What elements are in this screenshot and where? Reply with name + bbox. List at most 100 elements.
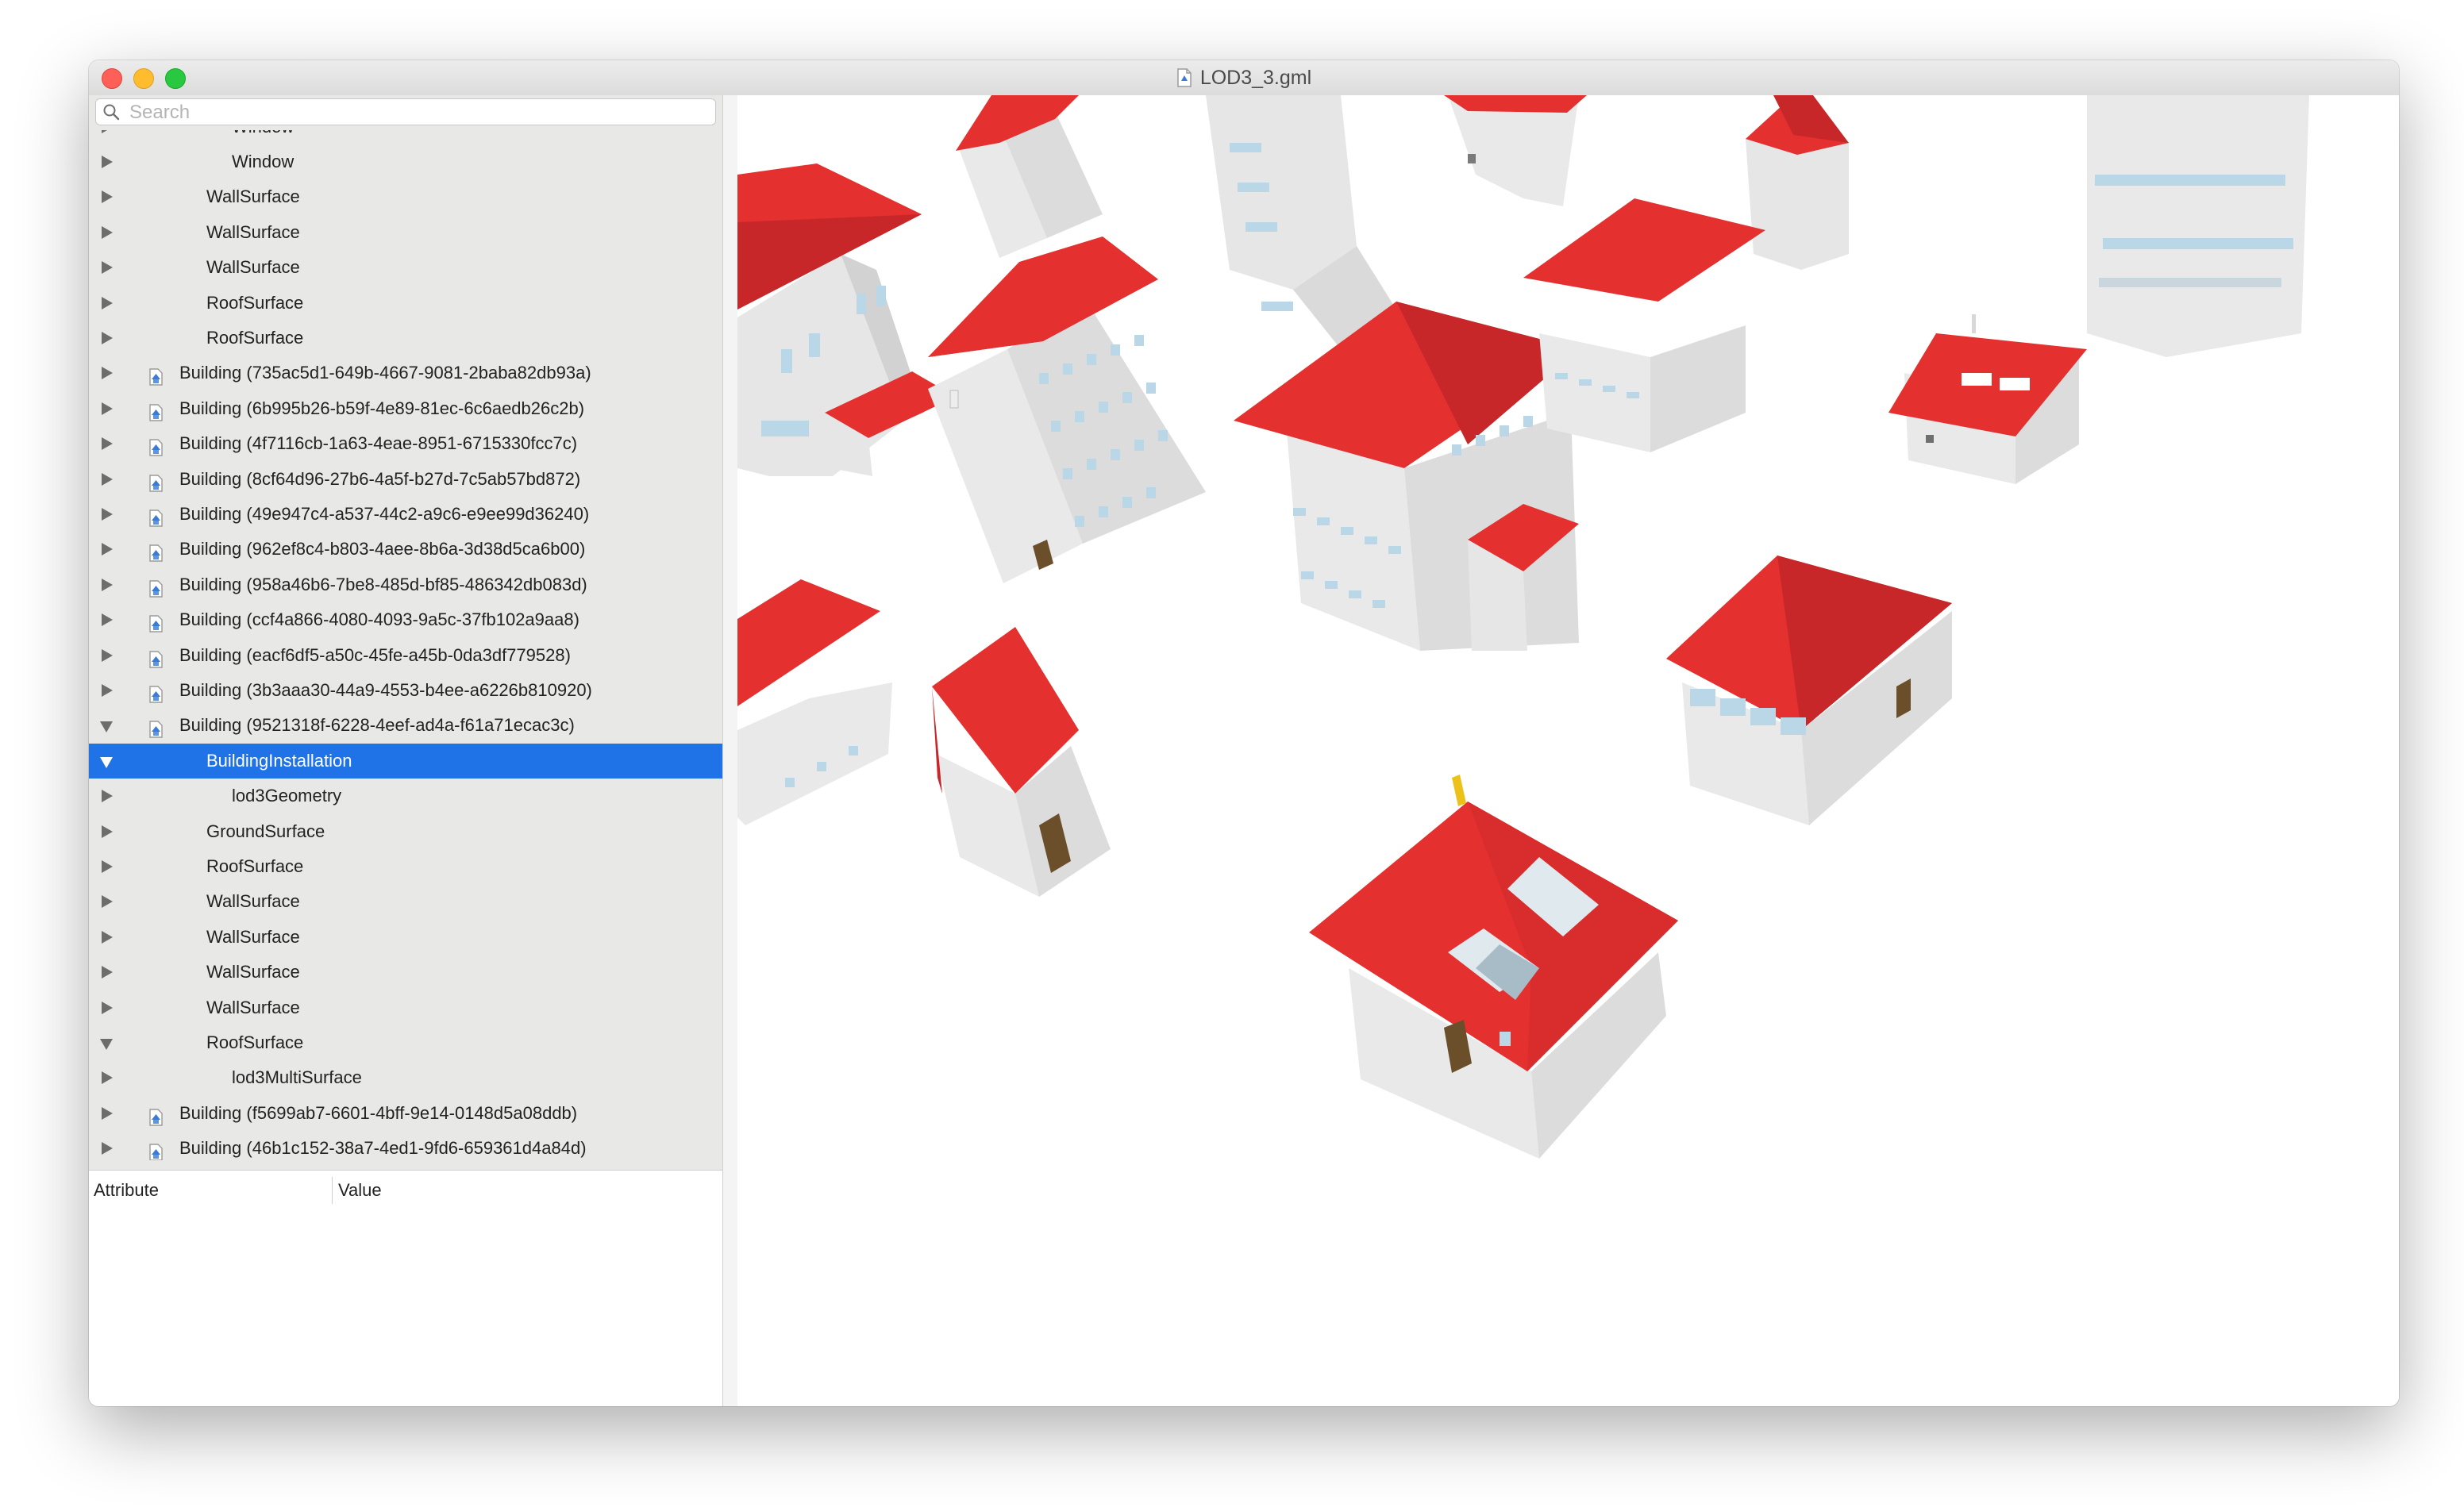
disclosure-triangle[interactable] bbox=[98, 1060, 117, 1095]
tree-row[interactable]: Building (ccf4a866-4080-4093-9a5c-37fb10… bbox=[89, 602, 722, 637]
tree-row-partial[interactable]: Window bbox=[89, 130, 722, 144]
tree-row-label: Building (8cf64d96-27b6-4a5f-b27d-7c5ab5… bbox=[179, 468, 581, 489]
disclosure-triangle[interactable] bbox=[98, 1131, 117, 1160]
tree-row[interactable]: Building (46b1c152-38a7-4ed1-9fd6-659361… bbox=[89, 1131, 722, 1160]
disclosure-triangle[interactable] bbox=[98, 849, 117, 884]
tree-row[interactable]: WallSurface bbox=[89, 884, 722, 919]
building-model[interactable] bbox=[932, 627, 1111, 897]
tree-row[interactable]: Building (f5699ab7-6601-4bff-9e14-0148d5… bbox=[89, 1096, 722, 1131]
building-icon bbox=[148, 610, 165, 632]
tree-row-label: RoofSurface bbox=[206, 856, 304, 876]
building-icon bbox=[148, 363, 165, 386]
tree-row[interactable]: RoofSurface bbox=[89, 1025, 722, 1060]
disclosure-triangle[interactable] bbox=[98, 884, 117, 919]
disclosure-triangle-open[interactable] bbox=[98, 1025, 117, 1060]
search-box[interactable] bbox=[95, 98, 716, 125]
building-model[interactable] bbox=[737, 163, 956, 476]
disclosure-triangle[interactable] bbox=[98, 130, 117, 144]
building-model[interactable] bbox=[1309, 775, 1678, 1159]
building-model[interactable] bbox=[1666, 556, 1952, 825]
disclosure-triangle[interactable] bbox=[98, 920, 117, 955]
disclosure-triangle[interactable] bbox=[98, 955, 117, 990]
disclosure-triangle[interactable] bbox=[98, 286, 117, 321]
tree-row-label: Building (9521318f-6228-4eef-ad4a-f61a71… bbox=[179, 715, 575, 736]
building-model[interactable] bbox=[928, 236, 1206, 583]
tree-row[interactable]: Building (958a46b6-7be8-485d-bf85-486342… bbox=[89, 567, 722, 602]
value-column-header[interactable]: Value bbox=[338, 1171, 382, 1210]
tree-row[interactable]: RoofSurface bbox=[89, 286, 722, 321]
building-model[interactable] bbox=[1888, 314, 2087, 484]
disclosure-triangle[interactable] bbox=[98, 356, 117, 390]
tree-row[interactable]: WallSurface bbox=[89, 920, 722, 955]
tree-row[interactable]: Window bbox=[89, 144, 722, 179]
tree-row[interactable]: Building (49e947c4-a537-44c2-a9c6-e9ee99… bbox=[89, 497, 722, 532]
tree-row[interactable]: Building (962ef8c4-b803-4aee-8b6a-3d38d5… bbox=[89, 532, 722, 567]
tree-row-label: WallSurface bbox=[206, 186, 300, 207]
disclosure-triangle[interactable] bbox=[98, 814, 117, 849]
disclosure-triangle[interactable] bbox=[98, 321, 117, 356]
attribute-table-header: Attribute Value bbox=[89, 1170, 722, 1211]
object-tree[interactable]: Window Window WallSurface WallSurface WallS… bbox=[89, 130, 722, 1160]
disclosure-triangle[interactable] bbox=[98, 779, 117, 813]
tree-row[interactable]: Building (4f7116cb-1a63-4eae-8951-671533… bbox=[89, 426, 722, 461]
disclosure-triangle-open[interactable] bbox=[98, 744, 117, 779]
tree-row[interactable]: Building (6b995b26-b59f-4e89-81ec-6c6aed… bbox=[89, 391, 722, 426]
tree-row[interactable]: lod3MultiSurface bbox=[89, 1060, 722, 1095]
disclosure-triangle[interactable] bbox=[98, 497, 117, 532]
tree-row-label: WallSurface bbox=[206, 221, 300, 242]
tree-row[interactable]: Building (3b3aaa30-44a9-4553-b4ee-a6226b… bbox=[89, 673, 722, 708]
disclosure-triangle[interactable] bbox=[98, 990, 117, 1025]
attribute-table-body bbox=[89, 1210, 722, 1406]
tree-row[interactable]: Building (8cf64d96-27b6-4a5f-b27d-7c5ab5… bbox=[89, 462, 722, 497]
split-view-divider[interactable] bbox=[722, 95, 738, 1406]
tree-row[interactable]: BuildingInstallation bbox=[89, 743, 722, 779]
tree-row[interactable]: GroundSurface bbox=[89, 814, 722, 849]
tree-row[interactable]: RoofSurface bbox=[89, 849, 722, 884]
building-model[interactable] bbox=[1523, 198, 1765, 452]
tree-row-label: Building (46b1c152-38a7-4ed1-9fd6-659361… bbox=[179, 1138, 587, 1159]
disclosure-triangle[interactable] bbox=[98, 144, 117, 179]
disclosure-triangle[interactable] bbox=[98, 638, 117, 673]
tree-row[interactable]: WallSurface bbox=[89, 215, 722, 250]
tree-row[interactable]: lod3Geometry bbox=[89, 779, 722, 813]
disclosure-triangle[interactable] bbox=[98, 532, 117, 567]
tree-row[interactable]: WallSurface bbox=[89, 990, 722, 1025]
disclosure-triangle[interactable] bbox=[98, 1096, 117, 1131]
building-icon bbox=[148, 575, 165, 598]
building-icon bbox=[148, 434, 165, 456]
disclosure-triangle[interactable] bbox=[98, 602, 117, 637]
tree-row[interactable]: RoofSurface bbox=[89, 321, 722, 356]
tree-row[interactable]: Building (735ac5d1-649b-4667-9081-2baba8… bbox=[89, 356, 722, 390]
sidebar: Window Window WallSurface WallSurface WallS… bbox=[89, 95, 722, 1406]
tree-row[interactable]: WallSurface bbox=[89, 955, 722, 990]
disclosure-triangle[interactable] bbox=[98, 391, 117, 426]
building-icon bbox=[148, 399, 165, 421]
tree-row-label: RoofSurface bbox=[206, 1032, 304, 1052]
attribute-column-header[interactable]: Attribute bbox=[94, 1171, 159, 1210]
disclosure-triangle[interactable] bbox=[98, 250, 117, 285]
tree-row-label: WallSurface bbox=[206, 891, 300, 912]
disclosure-triangle[interactable] bbox=[98, 567, 117, 602]
disclosure-triangle-open[interactable] bbox=[98, 708, 117, 743]
tree-row[interactable]: Building (9521318f-6228-4eef-ad4a-f61a71… bbox=[89, 708, 722, 743]
disclosure-triangle[interactable] bbox=[98, 179, 117, 214]
building-model[interactable] bbox=[737, 579, 892, 825]
tree-row-label: lod3Geometry bbox=[232, 786, 342, 806]
disclosure-triangle[interactable] bbox=[98, 215, 117, 250]
disclosure-triangle[interactable] bbox=[98, 462, 117, 497]
tree-row-label: WallSurface bbox=[206, 962, 300, 982]
city-model-scene[interactable] bbox=[737, 95, 2399, 1406]
search-input[interactable] bbox=[128, 101, 703, 125]
tree-row[interactable]: WallSurface bbox=[89, 250, 722, 285]
column-divider[interactable] bbox=[332, 1177, 333, 1204]
disclosure-triangle[interactable] bbox=[98, 673, 117, 708]
building-icon bbox=[148, 540, 165, 563]
disclosure-triangle[interactable] bbox=[98, 426, 117, 461]
building-icon bbox=[148, 1104, 165, 1126]
tree-row-label: Building (eacf6df5-a50c-45fe-a45b-0da3df… bbox=[179, 644, 571, 665]
building-model[interactable] bbox=[1234, 302, 1579, 651]
3d-viewport[interactable] bbox=[737, 95, 2399, 1406]
title-bar[interactable]: LOD3_3.gml bbox=[89, 60, 2399, 96]
tree-row[interactable]: WallSurface bbox=[89, 179, 722, 214]
tree-row[interactable]: Building (eacf6df5-a50c-45fe-a45b-0da3df… bbox=[89, 638, 722, 673]
